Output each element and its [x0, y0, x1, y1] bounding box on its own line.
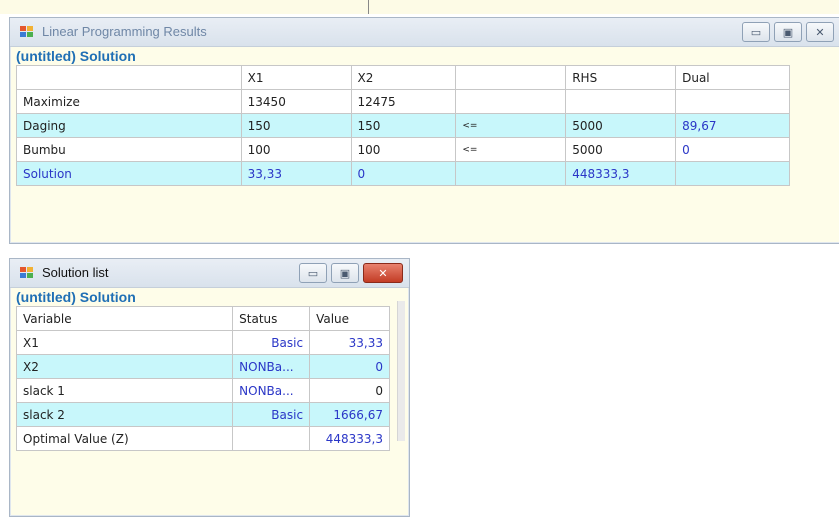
table-row[interactable]: X1 Basic 33,33	[15, 330, 390, 355]
cell-value[interactable]: 0	[309, 378, 390, 403]
maximize-icon: ▣	[782, 25, 794, 39]
top-strip	[0, 0, 839, 14]
cell-status[interactable]: NONBa...	[232, 354, 311, 379]
close-icon: ✕	[378, 266, 388, 280]
table-row[interactable]: Optimal Value (Z) 448333,3	[15, 426, 390, 451]
minimize-button[interactable]: ▭	[299, 263, 327, 283]
close-button[interactable]: ✕	[806, 22, 834, 42]
cell-value[interactable]: 448333,3	[309, 426, 390, 451]
solution-list-window: Solution list ▭ ▣ ✕ (untitled) Solution …	[9, 258, 410, 517]
cell-rhs[interactable]: 5000	[565, 113, 677, 138]
sol-titlebar[interactable]: Solution list ▭ ▣ ✕	[10, 259, 409, 288]
table-row[interactable]: X2 NONBa... 0	[15, 354, 390, 379]
app-icon	[20, 267, 34, 279]
cell-x1[interactable]: 100	[240, 137, 352, 162]
row-label[interactable]: Solution	[16, 161, 242, 186]
minimize-icon: ▭	[307, 266, 319, 280]
maximize-icon: ▣	[339, 266, 351, 280]
table-row[interactable]: Bumbu 100 100 <= 5000 0	[16, 137, 790, 162]
cell-dual[interactable]: 89,67	[675, 113, 790, 138]
cell-status[interactable]: Basic	[232, 330, 311, 355]
cell-x2[interactable]: 100	[350, 137, 457, 162]
cell-rhs[interactable]: 5000	[565, 137, 677, 162]
sol-subtitle: (untitled) Solution	[16, 289, 136, 305]
column-header-variable[interactable]: Variable	[15, 306, 234, 331]
table-header-row: Variable Status Value	[15, 306, 390, 331]
divider	[368, 0, 369, 14]
table-header-row: X1 X2 RHS Dual	[16, 65, 790, 90]
solution-table: Variable Status Value X1 Basic 33,33 X2 …	[15, 306, 390, 451]
cell-rhs[interactable]: 448333,3	[565, 161, 677, 186]
row-label[interactable]: Daging	[16, 113, 242, 138]
column-header-x2[interactable]: X2	[350, 65, 457, 90]
window-title: Solution list	[42, 265, 109, 280]
maximize-button[interactable]: ▣	[331, 263, 359, 283]
cell-variable[interactable]: slack 1	[15, 378, 234, 403]
table-row[interactable]: Solution 33,33 0 448333,3	[16, 161, 790, 186]
app-icon	[20, 26, 34, 38]
maximize-button[interactable]: ▣	[774, 22, 802, 42]
row-label[interactable]: Maximize	[16, 89, 242, 114]
window-title: Linear Programming Results	[42, 24, 207, 39]
cell-dual[interactable]	[675, 161, 790, 186]
column-header[interactable]	[16, 65, 242, 90]
cell-op[interactable]: <=	[455, 137, 567, 162]
sol-grid-area: Variable Status Value X1 Basic 33,33 X2 …	[10, 306, 409, 451]
cell-x1[interactable]: 33,33	[240, 161, 352, 186]
column-header-op[interactable]	[455, 65, 567, 90]
window-controls: ▭ ▣ ✕	[299, 263, 403, 283]
cell-x2[interactable]: 150	[350, 113, 457, 138]
column-header-dual[interactable]: Dual	[675, 65, 790, 90]
column-header-x1[interactable]: X1	[240, 65, 352, 90]
table-row[interactable]: slack 2 Basic 1666,67	[15, 402, 390, 427]
table-row[interactable]: slack 1 NONBa... 0	[15, 378, 390, 403]
window-controls: ▭ ▣ ✕	[742, 22, 834, 42]
vertical-scrollbar[interactable]	[397, 301, 405, 441]
cell-variable[interactable]: X1	[15, 330, 234, 355]
cell-variable[interactable]: X2	[15, 354, 234, 379]
table-row[interactable]: Maximize 13450 12475	[16, 89, 790, 114]
cell-variable[interactable]: Optimal Value (Z)	[15, 426, 234, 451]
cell-variable[interactable]: slack 2	[15, 402, 234, 427]
column-header-status[interactable]: Status	[232, 306, 311, 331]
lp-titlebar[interactable]: Linear Programming Results ▭ ▣ ✕	[10, 18, 839, 47]
lp-subtitle: (untitled) Solution	[16, 48, 136, 64]
row-label[interactable]: Bumbu	[16, 137, 242, 162]
cell-status[interactable]: Basic	[232, 402, 311, 427]
table-row[interactable]: Daging 150 150 <= 5000 89,67	[16, 113, 790, 138]
close-button[interactable]: ✕	[363, 263, 403, 283]
cell-value[interactable]: 33,33	[309, 330, 390, 355]
minimize-button[interactable]: ▭	[742, 22, 770, 42]
lp-results-window: Linear Programming Results ▭ ▣ ✕ (untitl…	[9, 17, 839, 244]
cell-rhs[interactable]	[565, 89, 677, 114]
lp-grid-area: X1 X2 RHS Dual Maximize 13450 12475 Dagi…	[10, 65, 839, 186]
cell-x2[interactable]: 12475	[350, 89, 457, 114]
cell-dual[interactable]	[675, 89, 790, 114]
cell-value[interactable]: 0	[309, 354, 390, 379]
column-header-rhs[interactable]: RHS	[565, 65, 677, 90]
cell-x2[interactable]: 0	[350, 161, 457, 186]
column-header-value[interactable]: Value	[309, 306, 390, 331]
cell-op[interactable]	[455, 161, 567, 186]
cell-status[interactable]: NONBa...	[232, 378, 311, 403]
cell-x1[interactable]: 13450	[240, 89, 352, 114]
cell-x1[interactable]: 150	[240, 113, 352, 138]
cell-dual[interactable]: 0	[675, 137, 790, 162]
minimize-icon: ▭	[750, 25, 762, 39]
cell-value[interactable]: 1666,67	[309, 402, 390, 427]
cell-status[interactable]	[232, 426, 311, 451]
lp-results-table: X1 X2 RHS Dual Maximize 13450 12475 Dagi…	[16, 65, 790, 186]
cell-op[interactable]	[455, 89, 567, 114]
close-icon: ✕	[815, 25, 825, 39]
cell-op[interactable]: <=	[455, 113, 567, 138]
